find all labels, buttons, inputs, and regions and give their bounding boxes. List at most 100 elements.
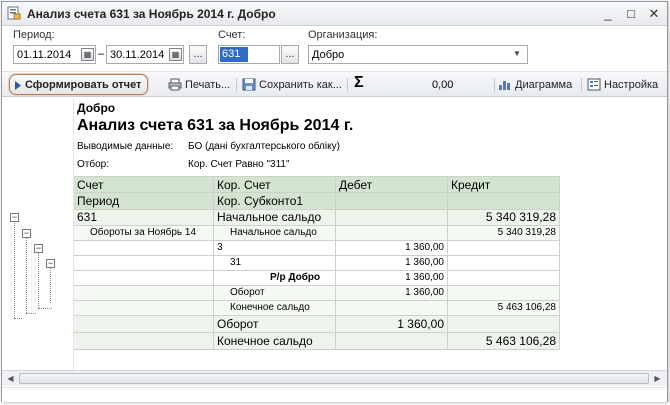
row-period bbox=[74, 256, 214, 270]
row-credit: 5 340 319,28 bbox=[448, 210, 560, 225]
table-header-row: Счет Кор. Счет Дебет Кредит bbox=[74, 176, 560, 193]
diagram-button[interactable]: Диаграмма bbox=[498, 75, 572, 95]
window-title: Анализ счета 631 за Ноябрь 2014 г. Добро bbox=[27, 7, 276, 21]
row-credit bbox=[448, 241, 560, 255]
sum-value: 0,00 bbox=[432, 79, 454, 91]
header-credit: Кредит bbox=[448, 177, 560, 192]
generate-report-button[interactable]: Сформировать отчет bbox=[9, 74, 149, 95]
period-label: Период: bbox=[13, 29, 55, 41]
minimize-button[interactable]: _ bbox=[600, 6, 616, 22]
row-corr: 3 bbox=[214, 241, 336, 255]
table-row[interactable]: Оборот 1 360,00 bbox=[74, 316, 560, 333]
chart-icon bbox=[498, 78, 512, 91]
scroll-right-icon[interactable]: ▶ bbox=[650, 372, 665, 385]
row-credit: 5 340 319,28 bbox=[448, 226, 560, 240]
sum-icon[interactable]: Σ bbox=[354, 74, 364, 92]
collapse-group-icon[interactable]: − bbox=[22, 229, 31, 238]
organization-value: Добро bbox=[312, 49, 345, 61]
row-credit bbox=[448, 256, 560, 270]
date-from-value: 01.11.2014 bbox=[17, 49, 72, 61]
header-credit-blank bbox=[448, 193, 560, 209]
collapse-group-icon[interactable]: − bbox=[34, 244, 43, 253]
diagram-label: Диаграмма bbox=[515, 79, 573, 91]
row-credit: 5 463 106,28 bbox=[448, 301, 560, 315]
filter-label: Отбор: bbox=[77, 159, 109, 170]
collapse-group-icon[interactable]: − bbox=[10, 213, 19, 222]
output-data-label: Выводимые данные: bbox=[77, 141, 174, 152]
toolbar-separator bbox=[494, 78, 495, 92]
row-credit bbox=[448, 271, 560, 285]
row-period bbox=[74, 271, 214, 285]
row-corr: Конечное сальдо bbox=[214, 301, 336, 315]
print-button[interactable]: Печать... bbox=[168, 75, 230, 95]
row-corr: Оборот bbox=[214, 286, 336, 300]
row-debit: 1 360,00 bbox=[336, 241, 448, 255]
scroll-thumb[interactable] bbox=[19, 373, 649, 384]
toolbar-separator bbox=[581, 78, 582, 92]
row-period bbox=[74, 333, 214, 349]
tree-line bbox=[26, 238, 27, 313]
table-row[interactable]: Оборот 1 360,00 bbox=[74, 286, 560, 301]
tree-line bbox=[50, 268, 51, 303]
horizontal-scrollbar[interactable]: ◀ ▶ bbox=[2, 370, 667, 386]
tree-line bbox=[14, 223, 15, 318]
account-value: 631 bbox=[220, 47, 248, 62]
close-button[interactable]: ✕ bbox=[646, 6, 662, 22]
organization-label: Организация: bbox=[308, 29, 378, 41]
tree-line bbox=[26, 313, 36, 314]
header-debit-blank bbox=[336, 193, 448, 209]
header-corr-subconto: Кор. Субконто1 bbox=[214, 193, 336, 209]
row-debit: 1 360,00 bbox=[336, 271, 448, 285]
settings-icon bbox=[587, 78, 601, 91]
title-bar: Анализ счета 631 за Ноябрь 2014 г. Добро… bbox=[2, 2, 667, 26]
table-row[interactable]: Конечное сальдо 5 463 106,28 bbox=[74, 333, 560, 350]
period-select-button[interactable]: ... bbox=[189, 45, 207, 64]
chevron-down-icon[interactable]: ▼ bbox=[513, 49, 521, 58]
table-row[interactable]: Конечное сальдо 5 463 106,28 bbox=[74, 301, 560, 316]
table-row[interactable]: Р/р Добро 1 360,00 bbox=[74, 271, 560, 286]
row-debit: 1 360,00 bbox=[336, 256, 448, 270]
row-debit bbox=[336, 333, 448, 349]
table-row[interactable]: 31 1 360,00 bbox=[74, 256, 560, 271]
table-row[interactable]: Обороты за Ноябрь 14 Начальное сальдо 5 … bbox=[74, 226, 560, 241]
account-label: Счет: bbox=[218, 29, 246, 41]
report-area[interactable]: Добро Анализ счета 631 за Ноябрь 2014 г.… bbox=[2, 98, 667, 370]
tree-line bbox=[38, 253, 39, 308]
row-account: 631 bbox=[74, 210, 214, 225]
row-period bbox=[74, 301, 214, 315]
row-period bbox=[74, 241, 214, 255]
row-period bbox=[74, 316, 214, 332]
row-corr: Начальное сальдо bbox=[214, 210, 336, 225]
account-field[interactable]: 631 bbox=[218, 45, 280, 64]
row-credit: 5 463 106,28 bbox=[448, 333, 560, 349]
account-select-button[interactable]: ... bbox=[281, 45, 299, 64]
row-debit bbox=[336, 226, 448, 240]
floppy-disk-icon bbox=[242, 78, 256, 91]
calendar-from-icon[interactable]: ▦ bbox=[81, 48, 94, 61]
date-to-value: 30.11.2014 bbox=[110, 49, 165, 61]
parameters-panel: Период: 01.11.2014 ▦ – 30.11.2014 ▦ ... … bbox=[2, 27, 667, 71]
report-window: Анализ счета 631 за Ноябрь 2014 г. Добро… bbox=[1, 1, 668, 402]
row-corr: Оборот bbox=[214, 316, 336, 332]
table-row[interactable]: 3 1 360,00 bbox=[74, 241, 560, 256]
row-period bbox=[74, 286, 214, 300]
row-corr: Конечное сальдо bbox=[214, 333, 336, 349]
save-as-button[interactable]: Сохранить как... bbox=[242, 75, 342, 95]
calendar-to-icon[interactable]: ▦ bbox=[169, 48, 182, 61]
save-as-label: Сохранить как... bbox=[259, 79, 342, 91]
row-corr: Р/р Добро bbox=[214, 271, 336, 285]
settings-button[interactable]: Настройка bbox=[587, 75, 658, 95]
organization-field[interactable]: Добро bbox=[308, 45, 528, 64]
maximize-button[interactable]: □ bbox=[623, 6, 639, 22]
collapse-group-icon[interactable]: − bbox=[46, 259, 55, 268]
scroll-left-icon[interactable]: ◀ bbox=[3, 372, 18, 385]
row-debit: 1 360,00 bbox=[336, 316, 448, 332]
date-separator: – bbox=[98, 48, 105, 60]
output-data-value: БО (дані бухгалтерського обліку) bbox=[188, 141, 340, 152]
printer-icon bbox=[168, 78, 182, 91]
row-credit bbox=[448, 316, 560, 332]
status-area bbox=[2, 387, 667, 402]
table-row[interactable]: 631 Начальное сальдо 5 340 319,28 bbox=[74, 210, 560, 226]
tree-line bbox=[14, 318, 22, 319]
settings-label: Настройка bbox=[604, 79, 659, 91]
